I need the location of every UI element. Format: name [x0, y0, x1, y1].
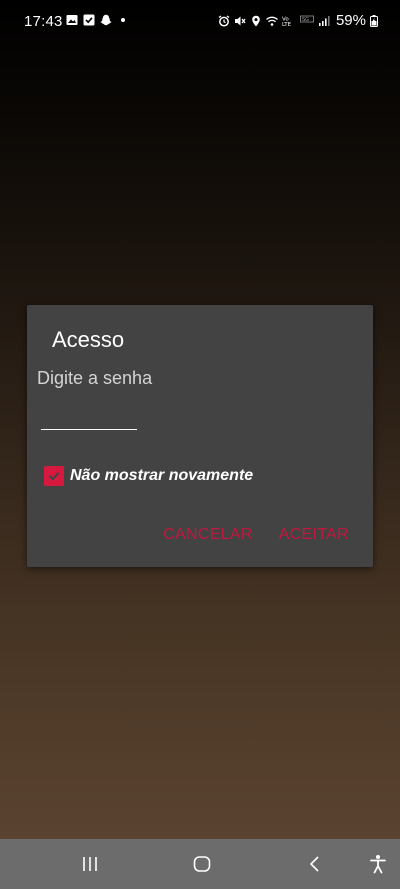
dont-show-again-label: Não mostrar novamente: [70, 467, 254, 484]
dialog-title: Acesso: [52, 327, 125, 352]
dot-icon: [121, 18, 125, 22]
mute-icon: [234, 16, 246, 25]
password-input[interactable]: [41, 407, 137, 430]
status-bar: 17:43 Vo LTE SG 59%: [0, 0, 400, 44]
dialog-message: Digite a senha: [37, 368, 153, 388]
accessibility-button[interactable]: [364, 851, 392, 877]
dont-show-again-checkbox[interactable]: [44, 466, 64, 486]
home-button[interactable]: [188, 851, 216, 877]
dialog-actions: CANCELAR ACEITAR: [163, 526, 349, 544]
wifi-icon: [266, 16, 278, 26]
cancel-button[interactable]: CANCELAR: [163, 526, 253, 544]
back-icon: [309, 856, 319, 872]
accept-button[interactable]: ACEITAR: [279, 526, 349, 544]
home-icon: [193, 856, 211, 872]
snapchat-icon: [100, 14, 112, 26]
alarm-icon: [218, 14, 230, 27]
recent-apps-button[interactable]: [76, 851, 104, 877]
gallery-icon: [66, 15, 78, 25]
navigation-bar: [0, 839, 400, 889]
status-time: 17:43: [24, 13, 63, 30]
system-icons: Vo LTE SG 59%: [218, 12, 378, 29]
battery-percent: 59%: [335, 12, 366, 29]
recent-apps-icon: [83, 857, 97, 871]
accessibility-icon: [370, 855, 386, 874]
checkmark-icon: [48, 472, 60, 481]
location-icon: [252, 15, 260, 26]
back-button[interactable]: [301, 851, 329, 877]
checkbox-icon: [83, 14, 95, 26]
svg-text:LTE: LTE: [282, 22, 292, 27]
notification-icons: [66, 14, 129, 26]
access-dialog: Acesso Digite a senha Não mostrar novame…: [27, 305, 373, 567]
sos-icon: SG: [300, 15, 314, 23]
dont-show-again-row[interactable]: Não mostrar novamente: [44, 466, 253, 486]
svg-text:SG: SG: [302, 17, 309, 23]
signal-icon: [318, 15, 330, 26]
battery-icon: [370, 14, 378, 27]
volte-icon: VoLTE: [282, 16, 292, 27]
